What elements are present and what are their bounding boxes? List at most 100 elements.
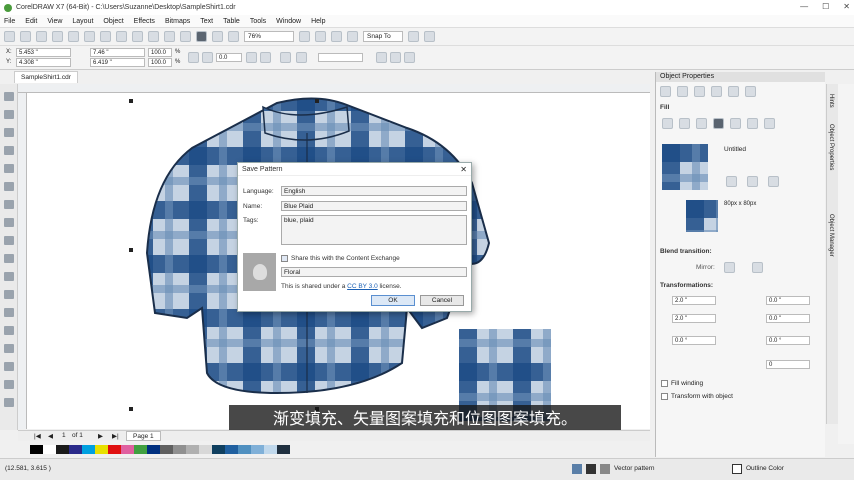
outline-width-field[interactable] <box>318 53 363 62</box>
rectangle-tool-icon[interactable] <box>4 200 14 209</box>
welcome-screen-icon[interactable] <box>228 31 239 42</box>
mirror-h-toggle-icon[interactable] <box>724 262 735 273</box>
cut-icon[interactable] <box>68 31 79 42</box>
last-page-icon[interactable]: ▶| <box>112 432 119 440</box>
page-1-tab[interactable]: Page 1 <box>126 431 161 441</box>
prev-page-icon[interactable]: ◀ <box>48 432 53 440</box>
palette-swatch[interactable] <box>147 445 160 454</box>
transform-with-object-checkbox[interactable] <box>661 393 668 400</box>
snap-to-dropdown[interactable]: Snap To <box>363 31 403 42</box>
scale-y-field[interactable]: 100.0 <box>148 58 172 67</box>
show-grid-icon[interactable] <box>331 31 342 42</box>
palette-swatch[interactable] <box>264 445 277 454</box>
vector-pattern-fill-icon[interactable] <box>713 118 724 129</box>
y-position-field[interactable]: 4.308 " <box>16 58 71 67</box>
next-page-icon[interactable]: ▶ <box>98 432 103 440</box>
palette-swatch[interactable] <box>30 445 43 454</box>
palette-swatch[interactable] <box>225 445 238 454</box>
bitmap-pattern-fill-icon[interactable] <box>730 118 741 129</box>
pick-tool-icon[interactable] <box>4 92 14 101</box>
two-color-pattern-icon[interactable] <box>747 118 758 129</box>
connector-tool-icon[interactable] <box>4 290 14 299</box>
maximize-icon[interactable]: ☐ <box>822 2 829 11</box>
share-checkbox[interactable] <box>281 255 288 262</box>
name-field[interactable]: Blue Plaid <box>281 201 467 211</box>
add-tool-icon[interactable] <box>4 398 14 407</box>
scale-x-field[interactable]: 100.0 <box>148 48 172 57</box>
smart-fill-icon[interactable] <box>4 380 14 389</box>
palette-swatch[interactable] <box>160 445 173 454</box>
new-icon[interactable] <box>4 31 15 42</box>
pattern-width-field[interactable]: 2.0 " <box>672 296 716 305</box>
pattern-skew-field[interactable]: 0.0 ° <box>766 336 810 345</box>
outline-swatch-icon[interactable] <box>732 464 742 474</box>
pattern-thumbnail[interactable] <box>662 144 708 190</box>
text-tool-icon[interactable] <box>4 254 14 263</box>
outline-tab-icon[interactable] <box>660 86 671 97</box>
fountain-fill-icon[interactable] <box>696 118 707 129</box>
uniform-fill-icon[interactable] <box>679 118 690 129</box>
tab-sampleshirt1[interactable]: SampleShirt1.cdr <box>14 71 78 83</box>
import-icon[interactable] <box>164 31 175 42</box>
no-fill-icon[interactable] <box>662 118 673 129</box>
tags-field[interactable]: blue, plaid <box>281 215 467 245</box>
freehand-tool-icon[interactable] <box>4 164 14 173</box>
menu-text[interactable]: Text <box>200 18 213 25</box>
close-icon[interactable]: ✕ <box>843 2 850 11</box>
language-select[interactable]: English <box>281 186 467 196</box>
fill-winding-checkbox[interactable] <box>661 380 668 387</box>
license-link[interactable]: CC BY 3.0 <box>347 283 378 290</box>
outline-width-icon[interactable] <box>296 52 307 63</box>
interactive-fill-icon[interactable] <box>4 362 14 371</box>
zoom-dropdown[interactable]: 76% <box>244 31 294 42</box>
frame-tab-icon[interactable] <box>745 86 756 97</box>
search-content-icon[interactable] <box>148 31 159 42</box>
mirror-h-icon[interactable] <box>246 52 257 63</box>
app-launcher-icon[interactable] <box>212 31 223 42</box>
edit-pattern-icon[interactable] <box>726 176 737 187</box>
dialog-close-icon[interactable]: ✕ <box>460 165 467 174</box>
palette-swatch[interactable] <box>69 445 82 454</box>
copy-icon[interactable] <box>84 31 95 42</box>
print-icon[interactable] <box>52 31 63 42</box>
ellipse-tool-icon[interactable] <box>4 218 14 227</box>
options-icon[interactable] <box>408 31 419 42</box>
pattern-y-field[interactable]: 0.0 " <box>766 314 810 323</box>
transparency-tab-icon[interactable] <box>694 86 705 97</box>
color-eyedropper-icon[interactable] <box>4 344 14 353</box>
first-page-icon[interactable]: |◀ <box>34 432 41 440</box>
pattern-x-field[interactable]: 0.0 " <box>766 296 810 305</box>
shape-tool-icon[interactable] <box>4 110 14 119</box>
undo-icon[interactable] <box>116 31 127 42</box>
show-rulers-icon[interactable] <box>315 31 326 42</box>
vertical-ruler[interactable] <box>18 93 27 429</box>
launch-icon[interactable] <box>424 31 435 42</box>
to-back-icon[interactable] <box>390 52 401 63</box>
fill-tab-icon[interactable] <box>677 86 688 97</box>
wrap-text-icon[interactable] <box>280 52 291 63</box>
cancel-button[interactable]: Cancel <box>420 295 464 306</box>
palette-swatch[interactable] <box>212 445 225 454</box>
style-select[interactable]: Floral <box>281 267 467 277</box>
minimize-icon[interactable]: — <box>800 2 808 11</box>
artistic-media-icon[interactable] <box>4 182 14 191</box>
drop-shadow-icon[interactable] <box>4 308 14 317</box>
polygon-tool-icon[interactable] <box>4 236 14 245</box>
lock-ratio-icon[interactable] <box>188 52 199 63</box>
paste-icon[interactable] <box>100 31 111 42</box>
menu-help[interactable]: Help <box>311 18 325 25</box>
pattern-offset-field[interactable]: 0 <box>766 360 810 369</box>
quick-customize-icon[interactable] <box>404 52 415 63</box>
palette-swatch[interactable] <box>277 445 290 454</box>
open-icon[interactable] <box>20 31 31 42</box>
ok-button[interactable]: OK <box>371 295 415 306</box>
palette-swatch[interactable] <box>43 445 56 454</box>
full-screen-icon[interactable] <box>299 31 310 42</box>
transparency-tool-icon[interactable] <box>4 326 14 335</box>
palette-swatch[interactable] <box>108 445 121 454</box>
menu-bitmaps[interactable]: Bitmaps <box>165 18 190 25</box>
height-field[interactable]: 6.419 " <box>90 58 145 67</box>
crop-tool-icon[interactable] <box>4 128 14 137</box>
menu-object[interactable]: Object <box>103 18 123 25</box>
menu-file[interactable]: File <box>4 18 15 25</box>
